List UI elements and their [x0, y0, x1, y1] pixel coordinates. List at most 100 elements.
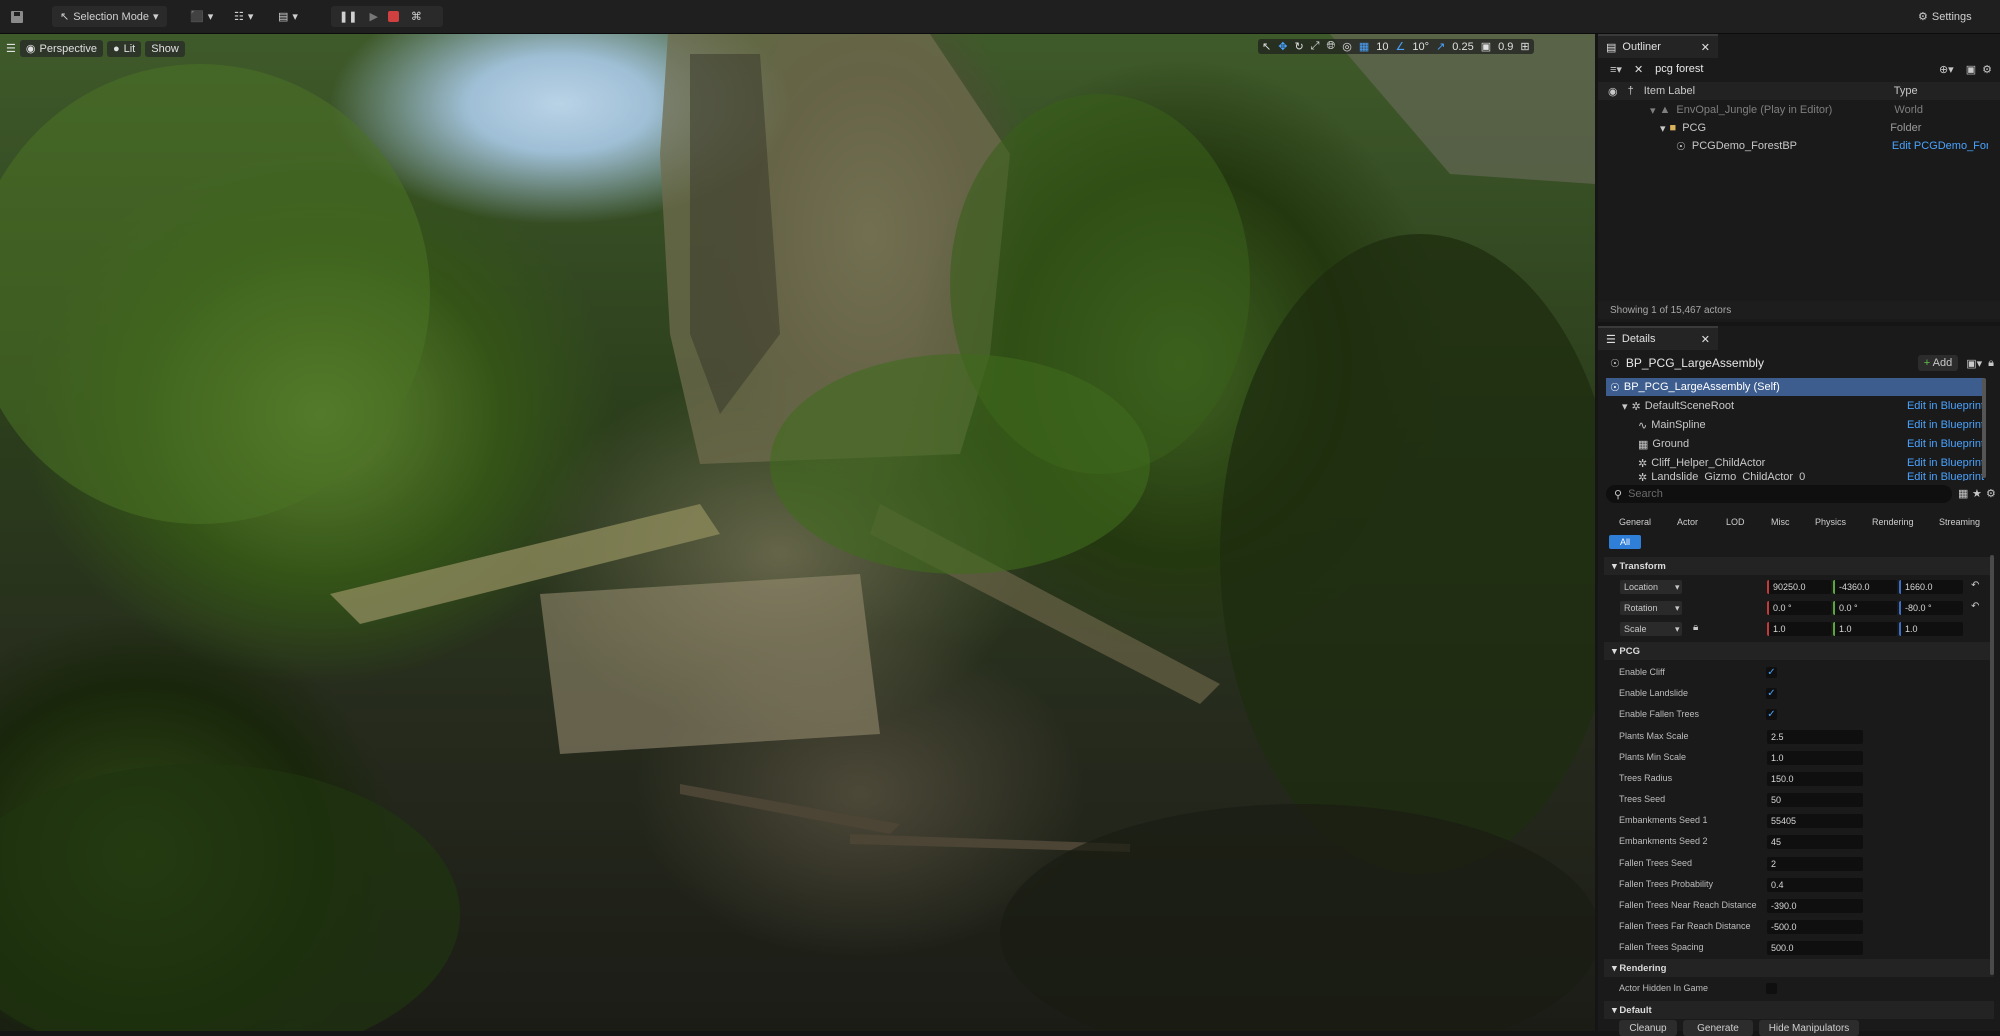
rotation-dropdown[interactable]: Rotation ▾: [1620, 601, 1682, 615]
category-misc[interactable]: Misc: [1771, 517, 1790, 527]
rotation-x-field[interactable]: 0.0 °: [1767, 601, 1831, 615]
camera-speed-icon[interactable]: ▣: [1481, 40, 1491, 53]
category-actor[interactable]: Actor: [1677, 517, 1698, 527]
actor-name-field[interactable]: BP_PCG_LargeAssembly: [1626, 356, 1918, 370]
select-tool-icon[interactable]: ↖: [1262, 40, 1271, 53]
plants-max-scale-field[interactable]: 2.5: [1767, 730, 1863, 744]
outliner-search-input[interactable]: pcg forest: [1655, 63, 1939, 75]
clear-search-icon[interactable]: ✕: [1634, 63, 1643, 76]
component-tree-scrollbar[interactable]: [1982, 378, 1986, 478]
rendering-section-header[interactable]: ▾ Rendering: [1604, 959, 1994, 977]
component-row[interactable]: ▾ ✲ DefaultSceneRoot Edit in Blueprint: [1606, 397, 1984, 415]
grid-snap-value[interactable]: 10: [1376, 41, 1388, 53]
show-button[interactable]: Show: [145, 40, 185, 57]
plants-min-scale-field[interactable]: 1.0: [1767, 751, 1863, 765]
eye-icon[interactable]: ◉: [1608, 85, 1618, 98]
edit-in-blueprint-link[interactable]: Edit in Blueprint: [1907, 419, 1984, 431]
rotation-snap-value[interactable]: 10°: [1412, 41, 1429, 53]
add-content-button[interactable]: ⬛ ▾: [190, 6, 213, 27]
hamburger-icon[interactable]: ☰: [6, 42, 16, 55]
outliner-row-actor[interactable]: ☉ PCGDemo_ForestBP Edit PCGDemo_Forest: [1598, 137, 2000, 155]
edit-in-blueprint-link[interactable]: Edit in Blueprint: [1907, 471, 1984, 481]
pause-icon[interactable]: ❚❚: [339, 10, 357, 23]
details-search-field[interactable]: ⚲ Search: [1606, 485, 1952, 503]
stop-icon[interactable]: [387, 11, 399, 22]
close-icon[interactable]: ✕: [1701, 333, 1710, 346]
edit-in-blueprint-link[interactable]: Edit in Blueprint: [1907, 457, 1984, 469]
embankments-seed-2-field[interactable]: 45: [1767, 835, 1863, 849]
component-row[interactable]: ∿ MainSpline Edit in Blueprint: [1606, 416, 1984, 434]
close-icon[interactable]: ✕: [1701, 41, 1710, 54]
blueprint-options-icon[interactable]: ▣▾: [1966, 357, 1982, 370]
level-viewport[interactable]: ☰ ◉ Perspective ● Lit Show ↖ ✥ ↻ ⤢ 🌐︎ ◎ …: [0, 34, 1595, 1031]
selection-mode-dropdown[interactable]: ↖ Selection Mode ▾: [52, 6, 167, 27]
grid-snap-icon[interactable]: ▦: [1359, 40, 1369, 53]
details-search-input[interactable]: Search: [1628, 488, 1663, 500]
scale-snap-value[interactable]: 0.25: [1452, 41, 1473, 53]
lit-button[interactable]: ● Lit: [106, 40, 142, 57]
default-section-header[interactable]: ▾ Default: [1604, 1001, 1994, 1019]
property-matrix-icon[interactable]: ▦: [1958, 487, 1968, 500]
actor-hidden-checkbox[interactable]: [1766, 983, 1777, 994]
location-x-field[interactable]: 90250.0: [1767, 580, 1831, 594]
fallen-trees-far-reach-field[interactable]: -500.0: [1767, 920, 1863, 934]
generate-button[interactable]: Generate: [1683, 1020, 1753, 1036]
filter-icon[interactable]: ≡▾: [1610, 63, 1622, 76]
scale-snap-icon[interactable]: ↗: [1436, 40, 1445, 53]
component-row[interactable]: ✲ Landslide_Gizmo_ChildActor_0 Edit in B…: [1606, 471, 1984, 481]
category-lod[interactable]: LOD: [1726, 517, 1745, 527]
category-streaming[interactable]: Streaming: [1939, 517, 1980, 527]
hide-manipulators-button[interactable]: Hide Manipulators: [1759, 1020, 1859, 1036]
layout-icon[interactable]: ⊞: [1520, 40, 1529, 53]
details-scrollbar[interactable]: [1990, 555, 1994, 975]
outliner-row-folder[interactable]: ▾ ■ PCG Folder: [1598, 119, 2000, 137]
rotate-tool-icon[interactable]: ↻: [1294, 40, 1303, 53]
scale-z-field[interactable]: 1.0: [1899, 622, 1963, 636]
scale-dropdown[interactable]: Scale ▾: [1620, 622, 1682, 636]
reset-rotation-icon[interactable]: ↶: [1971, 601, 1979, 612]
rotation-y-field[interactable]: 0.0 °: [1833, 601, 1897, 615]
blueprint-button[interactable]: ☷ ▾: [234, 6, 253, 27]
scale-y-field[interactable]: 1.0: [1833, 622, 1897, 636]
add-component-button[interactable]: + Add: [1917, 355, 1959, 371]
category-general[interactable]: General: [1619, 517, 1651, 527]
step-icon[interactable]: ▶: [369, 10, 377, 23]
camera-speed-value[interactable]: 0.9: [1498, 41, 1513, 53]
trees-seed-field[interactable]: 50: [1767, 793, 1863, 807]
component-row-self[interactable]: ☉ BP_PCG_LargeAssembly (Self): [1606, 378, 1984, 396]
tab-outliner[interactable]: ▤ Outliner ✕: [1598, 34, 1718, 58]
scale-x-field[interactable]: 1.0: [1767, 622, 1831, 636]
col-item-label[interactable]: Item Label: [1644, 85, 1894, 97]
embankments-seed-1-field[interactable]: 55405: [1767, 814, 1863, 828]
tab-details[interactable]: ☰ Details ✕: [1598, 326, 1718, 350]
fallen-trees-seed-field[interactable]: 2: [1767, 857, 1863, 871]
rotation-z-field[interactable]: -80.0 °: [1899, 601, 1963, 615]
rotation-snap-icon[interactable]: ∠: [1396, 40, 1406, 53]
new-folder-icon[interactable]: ▣: [1966, 63, 1976, 76]
favorites-star-icon[interactable]: ★: [1972, 487, 1982, 500]
edit-blueprint-link[interactable]: Edit PCGDemo_Forest: [1892, 140, 1988, 152]
pcg-section-header[interactable]: ▾ PCG: [1604, 642, 1994, 660]
fallen-trees-probability-field[interactable]: 0.4: [1767, 878, 1863, 892]
edit-in-blueprint-link[interactable]: Edit in Blueprint: [1907, 400, 1984, 412]
category-rendering[interactable]: Rendering: [1872, 517, 1914, 527]
location-y-field[interactable]: -4360.0: [1833, 580, 1897, 594]
save-icon[interactable]: [10, 6, 24, 27]
component-row[interactable]: ▦ Ground Edit in Blueprint: [1606, 435, 1984, 453]
transform-section-header[interactable]: ▾ Transform: [1604, 557, 1994, 575]
fallen-trees-near-reach-field[interactable]: -390.0: [1767, 899, 1863, 913]
world-space-icon[interactable]: 🌐︎: [1326, 40, 1335, 53]
edit-in-blueprint-link[interactable]: Edit in Blueprint: [1907, 438, 1984, 450]
enable-fallen-trees-checkbox[interactable]: ✓: [1766, 709, 1777, 720]
component-row[interactable]: ✲ Cliff_Helper_ChildActor Edit in Bluepr…: [1606, 454, 1984, 472]
enable-landslide-checkbox[interactable]: ✓: [1766, 688, 1777, 699]
gear-icon[interactable]: ⚙: [1986, 487, 1996, 500]
translate-tool-icon[interactable]: ✥: [1278, 40, 1287, 53]
trees-radius-field[interactable]: 150.0: [1767, 772, 1863, 786]
add-filter-icon[interactable]: ⊕▾: [1939, 63, 1954, 76]
category-all[interactable]: All: [1609, 535, 1641, 549]
settings-button[interactable]: ⚙ Settings: [1918, 6, 1972, 27]
category-physics[interactable]: Physics: [1815, 517, 1846, 527]
location-z-field[interactable]: 1660.0: [1899, 580, 1963, 594]
scale-tool-icon[interactable]: ⤢: [1311, 40, 1320, 53]
